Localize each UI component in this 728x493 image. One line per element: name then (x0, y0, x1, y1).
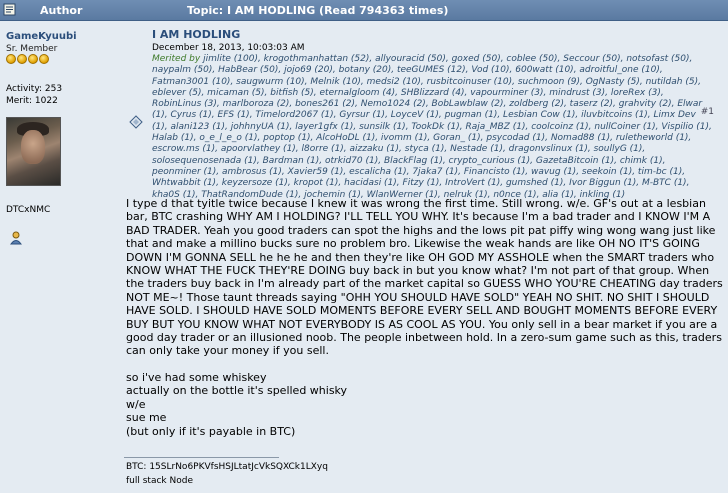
signature-divider (124, 457, 279, 458)
merited-by-label: Merited by (152, 54, 201, 64)
profile-icon[interactable] (10, 231, 22, 245)
star-icon (6, 54, 16, 64)
post-number-link[interactable]: #1 (701, 107, 714, 117)
post-body-line: (but only if it's payable in BTC) (126, 424, 296, 438)
topic-icon (129, 115, 143, 129)
star-icon (17, 54, 27, 64)
signature-node: full stack Node (126, 476, 193, 486)
username-link[interactable]: GameKyuubi (6, 31, 77, 42)
signature-btc-address: BTC: 15SLrNo6PKVfsHSJLtatJcVkSQXCk1LXyq (126, 462, 328, 472)
post-body-paragraph: I type d that tyitle twice because I kne… (126, 197, 723, 358)
user-rank: Sr. Member (6, 44, 58, 54)
post-body-line: sue me (126, 411, 167, 425)
author-column-label: Author (40, 4, 83, 17)
post-body-line: actually on the bottle it's spelled whis… (126, 384, 348, 398)
star-icon (39, 54, 49, 64)
post-date: December 18, 2013, 10:03:03 AM (152, 43, 305, 53)
merited-by-list: Merited by jimlite (100), krogothmanhatt… (152, 54, 712, 201)
post-body-line: w/e (126, 397, 146, 411)
post-body-line: so i've had some whiskey (126, 370, 267, 384)
topic-header-bar: Author Topic: I AM HODLING (Read 794363 … (0, 0, 728, 21)
post-content: I AM HODLING December 18, 2013, 10:03:03… (118, 21, 728, 493)
user-activity: Activity: 253 (6, 84, 63, 94)
forum-post: GameKyuubi Sr. Member Activity: 253 Meri… (0, 21, 728, 493)
poster-info: GameKyuubi Sr. Member Activity: 253 Meri… (0, 21, 118, 493)
post-body: I type d that tyitle twice because I kne… (126, 197, 724, 438)
merited-by-users: jimlite (100), krogothmanhattan (52), al… (152, 54, 712, 200)
personal-text: DTCxNMC (6, 205, 51, 215)
post-title-link[interactable]: I AM HODLING (152, 28, 240, 41)
rank-stars (6, 54, 49, 64)
star-icon (28, 54, 38, 64)
user-merit: Merit: 1022 (6, 96, 58, 106)
document-icon (3, 3, 16, 16)
topic-title-header: Topic: I AM HODLING (Read 794363 times) (187, 4, 449, 17)
avatar (6, 117, 61, 186)
